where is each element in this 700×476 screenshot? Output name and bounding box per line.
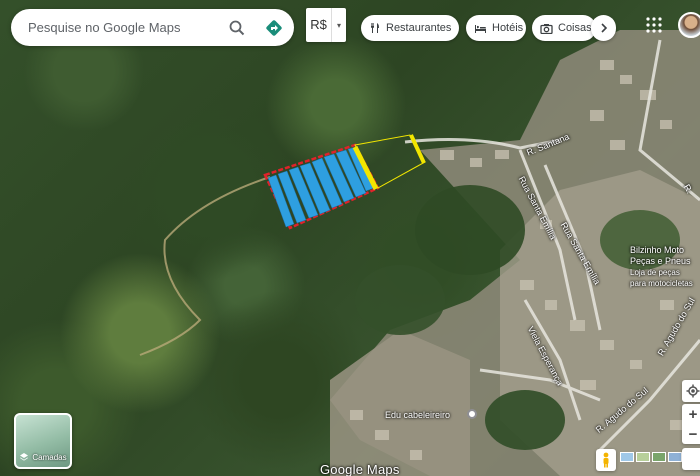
map-overlay (139, 30, 700, 476)
directions-icon[interactable] (254, 9, 294, 46)
thumbnail-1[interactable] (620, 452, 634, 462)
my-location-icon (686, 384, 700, 398)
currency-selector[interactable]: R$ ▾ (306, 8, 346, 42)
chevron-right-icon (600, 23, 607, 33)
poi-barber-pin[interactable] (467, 409, 477, 419)
my-location-button[interactable] (682, 380, 700, 402)
poi-motos-sub-2: para motocicletas (630, 279, 693, 288)
currency-symbol: R$ (306, 8, 332, 42)
zoom-control: + − (682, 404, 700, 444)
layers-label: Camadas (32, 452, 67, 462)
layers-icon (20, 453, 29, 461)
imagery-thumbnails[interactable] (620, 452, 682, 462)
chip-things-label: Coisas (558, 22, 592, 34)
apps-grid-icon[interactable] (645, 16, 663, 34)
avatar[interactable] (678, 12, 700, 38)
poi-motos-name-2: Peças e Pneus (630, 256, 691, 266)
zoom-out-button[interactable]: − (682, 424, 700, 444)
search-input[interactable]: Pesquise no Google Maps (28, 20, 220, 35)
thumbnail-3[interactable] (652, 452, 666, 462)
camera-icon (540, 23, 553, 34)
thumbnail-2[interactable] (636, 452, 650, 462)
fullscreen-button[interactable] (682, 448, 700, 470)
poi-motos[interactable]: Bilzinho Moto Peças e Pneus Loja de peça… (630, 245, 693, 289)
search-icon[interactable] (220, 9, 254, 46)
chip-hotels-label: Hotéis (492, 22, 524, 34)
layers-button[interactable]: Camadas (14, 413, 72, 469)
pegman-icon (603, 452, 609, 468)
zoom-in-button[interactable]: + (682, 404, 700, 424)
urban-area-south (330, 330, 470, 476)
search-box[interactable]: Pesquise no Google Maps (11, 9, 294, 46)
bed-icon (475, 24, 486, 33)
chips-scroll-right-button[interactable] (591, 15, 616, 41)
chevron-down-icon: ▾ (336, 20, 341, 30)
chip-things[interactable]: Coisas (532, 15, 596, 41)
thumbnail-4[interactable] (668, 452, 682, 462)
dirt-trail (139, 176, 271, 356)
chip-restaurants[interactable]: Restaurantes (361, 15, 459, 41)
poi-motos-name-1: Bilzinho Moto (630, 245, 685, 255)
poi-barber-label[interactable]: Edu cabeleireiro (385, 410, 450, 421)
poi-motos-sub-1: Loja de peças (630, 268, 680, 277)
google-maps-logo: Google Maps (320, 462, 400, 476)
chip-restaurants-label: Restaurantes (386, 22, 452, 34)
chip-hotels[interactable]: Hotéis (466, 15, 526, 41)
fork-knife-icon (371, 23, 379, 33)
pegman-button[interactable] (596, 449, 616, 471)
